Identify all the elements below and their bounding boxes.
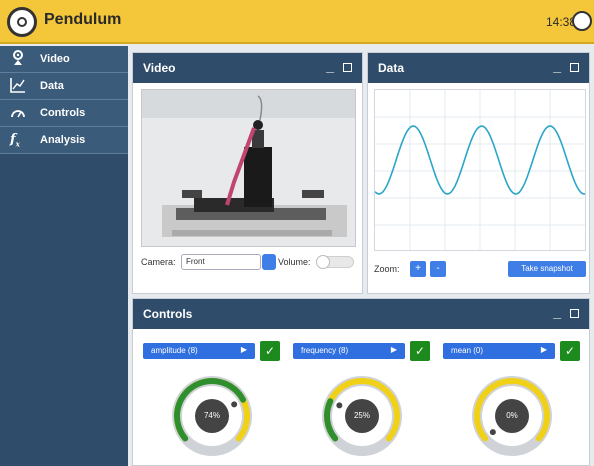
app-title: Pendulum bbox=[44, 11, 122, 28]
volume-label: Volume: bbox=[278, 257, 311, 267]
controls-panel-header: Controls _ bbox=[133, 299, 589, 329]
video-panel: Video _ Camera: Front Volume: bbox=[132, 52, 363, 294]
frequency-knob[interactable]: 25% bbox=[317, 371, 407, 461]
zoom-out-button[interactable]: - bbox=[430, 261, 446, 277]
panel-title: Controls bbox=[143, 307, 193, 321]
control-mean: mean (0) ▶ ✓ 0% bbox=[443, 341, 581, 456]
gauge-icon bbox=[10, 104, 26, 120]
control-label: amplitude (8) bbox=[151, 346, 198, 355]
play-icon: ▶ bbox=[540, 345, 547, 354]
amplitude-knob[interactable]: 74% bbox=[167, 371, 257, 461]
knob-indicator bbox=[231, 401, 238, 408]
knob-indicator bbox=[489, 429, 496, 436]
zoom-in-button[interactable]: + bbox=[410, 261, 426, 277]
sidebar: Video Data Controls fx Analysis bbox=[0, 46, 128, 466]
volume-toggle-knob[interactable] bbox=[316, 255, 330, 269]
video-feed bbox=[141, 89, 356, 247]
sidebar-item-label: Data bbox=[40, 80, 64, 92]
play-icon: ▶ bbox=[390, 345, 397, 354]
maximize-icon[interactable] bbox=[570, 309, 579, 318]
knob-value: 74% bbox=[195, 399, 229, 433]
take-snapshot-button[interactable]: Take snapshot bbox=[508, 261, 586, 277]
panel-title: Data bbox=[378, 61, 405, 75]
data-graph[interactable] bbox=[374, 89, 586, 251]
sidebar-item-analysis[interactable]: fx Analysis bbox=[0, 127, 128, 154]
check-icon[interactable]: ✓ bbox=[560, 341, 580, 361]
sidebar-item-data[interactable]: Data bbox=[0, 73, 128, 100]
zoom-label: Zoom: bbox=[374, 264, 400, 274]
data-graph-svg bbox=[375, 90, 585, 250]
mean-pill[interactable]: mean (0) ▶ bbox=[443, 343, 555, 359]
sidebar-item-video[interactable]: Video bbox=[0, 46, 128, 73]
knob-value: 0% bbox=[495, 399, 529, 433]
data-panel: Data _ Zoom: + - Take snapshot bbox=[367, 52, 590, 294]
mean-knob[interactable]: 0% bbox=[467, 371, 557, 461]
sidebar-item-label: Analysis bbox=[40, 134, 86, 146]
check-icon[interactable]: ✓ bbox=[260, 341, 280, 361]
knob-indicator bbox=[336, 402, 343, 409]
volume-toggle[interactable] bbox=[316, 255, 354, 269]
video-panel-header: Video _ bbox=[133, 53, 362, 83]
minimize-icon[interactable]: _ bbox=[326, 58, 334, 74]
frequency-pill[interactable]: frequency (8) ▶ bbox=[293, 343, 405, 359]
top-bar: Pendulum 14:38 bbox=[0, 0, 594, 44]
knob-value: 25% bbox=[345, 399, 379, 433]
camera-label: Camera: bbox=[141, 257, 176, 267]
control-label: mean (0) bbox=[451, 346, 484, 355]
play-icon: ▶ bbox=[240, 345, 247, 354]
control-amplitude: amplitude (8) ▶ ✓ 74% bbox=[143, 341, 281, 456]
function-icon: fx bbox=[10, 132, 20, 149]
control-frequency: frequency (8) ▶ ✓ 25% bbox=[293, 341, 431, 456]
data-controls: Zoom: + - Take snapshot bbox=[374, 259, 588, 279]
amplitude-pill[interactable]: amplitude (8) ▶ bbox=[143, 343, 255, 359]
camera-select[interactable]: Front bbox=[181, 254, 261, 270]
maximize-icon[interactable] bbox=[343, 63, 352, 72]
panel-title: Video bbox=[143, 61, 176, 75]
data-panel-header: Data _ bbox=[368, 53, 589, 83]
sidebar-item-controls[interactable]: Controls bbox=[0, 100, 128, 127]
sidebar-item-label: Video bbox=[40, 53, 70, 65]
webcam-icon bbox=[10, 50, 26, 66]
video-controls: Camera: Front Volume: bbox=[141, 253, 356, 273]
control-label: frequency (8) bbox=[301, 346, 349, 355]
minimize-icon[interactable]: _ bbox=[553, 58, 561, 74]
clock-icon[interactable] bbox=[572, 11, 592, 31]
check-icon[interactable]: ✓ bbox=[410, 341, 430, 361]
maximize-icon[interactable] bbox=[570, 63, 579, 72]
minimize-icon[interactable]: _ bbox=[553, 304, 561, 320]
pendulum-logo-icon bbox=[7, 7, 37, 37]
controls-panel: Controls _ amplitude (8) ▶ ✓ 74% frequen… bbox=[132, 298, 590, 466]
chart-icon bbox=[10, 77, 26, 93]
sidebar-item-label: Controls bbox=[40, 107, 86, 119]
chevron-down-icon[interactable] bbox=[262, 254, 276, 270]
